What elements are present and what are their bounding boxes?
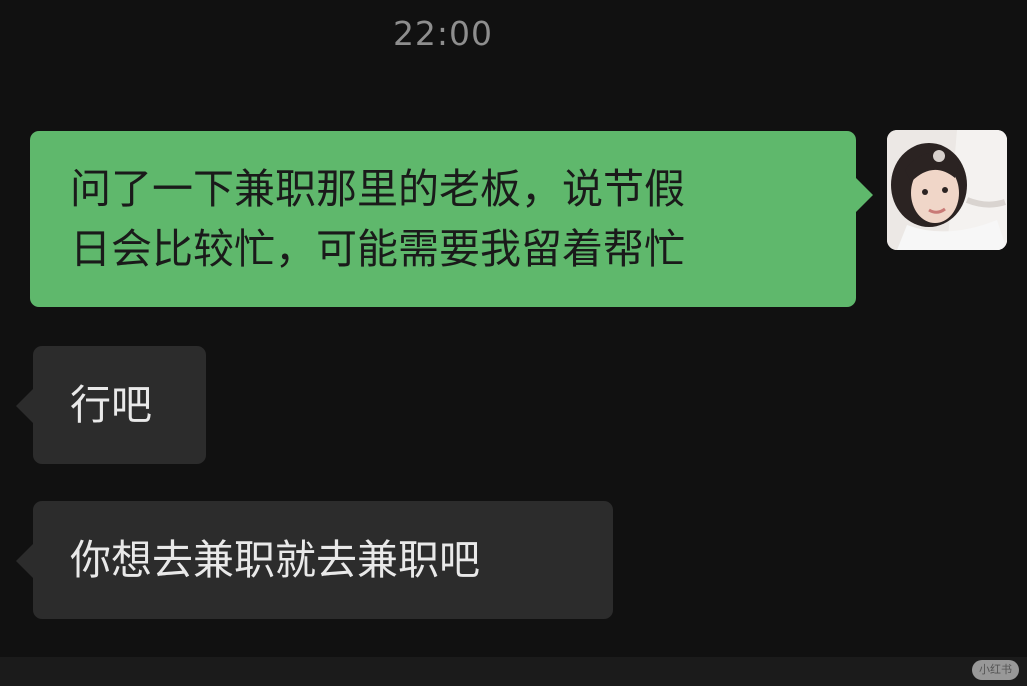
- message-line: 问了一下兼职那里的老板，说节假: [70, 165, 685, 213]
- message-text: 行吧: [70, 381, 152, 429]
- incoming-message-bubble[interactable]: 行吧: [16, 346, 206, 464]
- chat-screen: 22:00 问了一下兼职那里的老板，说节假 日会比较忙，可能需要我留着帮忙 行吧…: [0, 0, 1027, 686]
- outgoing-message-bubble[interactable]: 问了一下兼职那里的老板，说节假 日会比较忙，可能需要我留着帮忙: [30, 131, 873, 307]
- app-watermark-icon: 小红书: [972, 660, 1019, 680]
- message-line: 日会比较忙，可能需要我留着帮忙: [70, 225, 685, 273]
- incoming-message-bubble[interactable]: 你想去兼职就去兼职吧: [16, 501, 613, 619]
- message-text: 你想去兼职就去兼职吧: [70, 536, 480, 584]
- bottom-bar: [0, 657, 1027, 686]
- avatar-photo-icon: [887, 130, 1007, 250]
- user-avatar[interactable]: [887, 130, 1007, 250]
- message-timestamp: 22:00: [392, 14, 494, 53]
